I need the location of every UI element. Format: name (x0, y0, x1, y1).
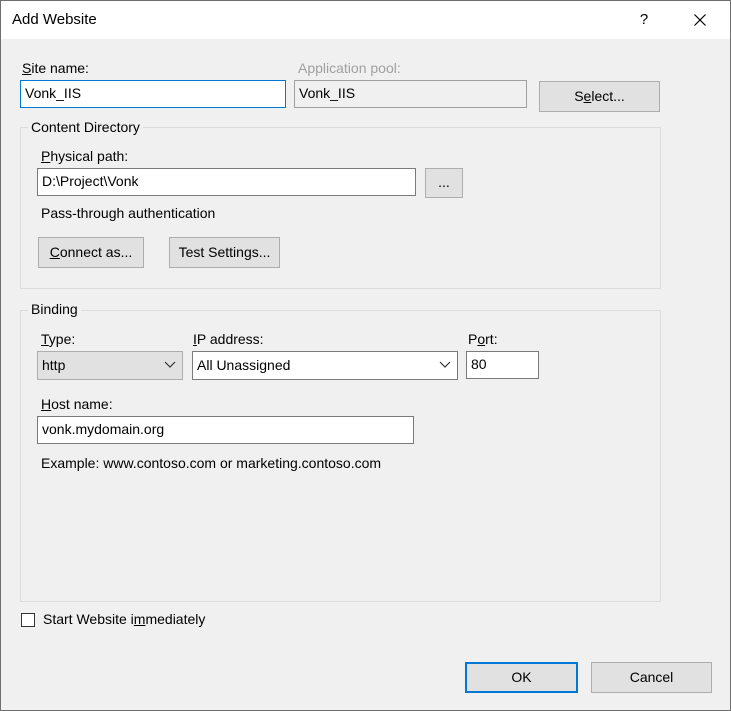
chevron-down-icon (439, 361, 451, 368)
site-name-label: Site name: (22, 60, 89, 76)
close-icon (694, 14, 706, 26)
chevron-down-icon (164, 361, 176, 368)
host-name-example-text: Example: www.contoso.com or marketing.co… (41, 455, 382, 471)
window-title: Add Website (12, 11, 97, 28)
add-website-dialog: Add Website ? Site name: Vonk_IIS Applic… (0, 0, 731, 711)
type-select[interactable]: http (37, 351, 183, 380)
start-website-label[interactable]: Start Website immediately (43, 611, 205, 627)
pass-through-auth-text: Pass-through authentication (41, 205, 216, 221)
ip-address-select-value: All Unassigned (197, 357, 291, 373)
ok-button[interactable]: OK (465, 662, 578, 693)
cancel-button[interactable]: Cancel (591, 662, 712, 693)
dialog-client-area: Site name: Vonk_IIS Application pool: Vo… (1, 39, 730, 710)
application-pool-label: Application pool: (298, 60, 401, 76)
site-name-input[interactable]: Vonk_IIS (20, 80, 286, 108)
application-pool-field: Vonk_IIS (294, 80, 527, 108)
browse-path-button[interactable]: ... (425, 168, 463, 198)
help-button[interactable]: ? (629, 1, 659, 39)
type-label: Type: (41, 331, 76, 347)
title-bar: Add Website ? (1, 1, 730, 39)
connect-as-button[interactable]: Connect as... (38, 237, 144, 268)
select-app-pool-button[interactable]: Select... (539, 81, 660, 112)
port-input[interactable]: 80 (466, 351, 539, 379)
ip-address-select[interactable]: All Unassigned (192, 351, 458, 380)
host-name-input[interactable]: vonk.mydomain.org (37, 416, 414, 444)
host-name-label: Host name: (41, 396, 113, 412)
physical-path-label: Physical path: (41, 148, 129, 164)
type-select-value: http (42, 357, 66, 373)
ip-address-label: IP address: (193, 331, 264, 347)
port-label: Port: (468, 331, 498, 347)
close-button[interactable] (685, 1, 715, 39)
start-website-checkbox[interactable] (21, 613, 35, 627)
physical-path-input[interactable]: D:\Project\Vonk (37, 168, 416, 196)
content-directory-title: Content Directory (28, 119, 143, 135)
test-settings-button[interactable]: Test Settings... (169, 237, 280, 268)
binding-title: Binding (28, 301, 81, 317)
